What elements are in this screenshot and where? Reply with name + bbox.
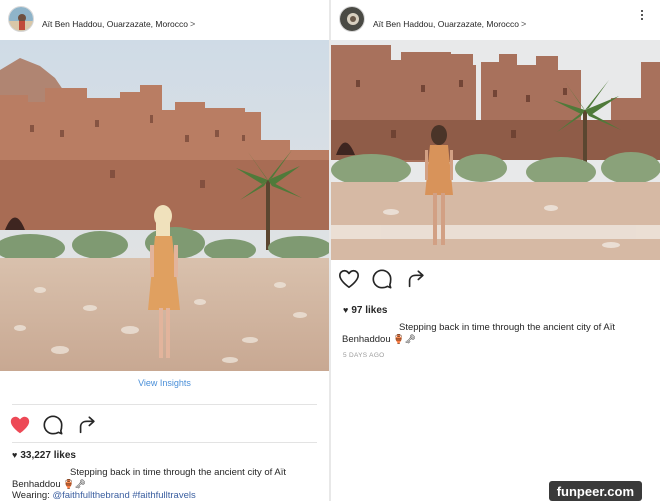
action-bar xyxy=(331,268,660,294)
heart-small-icon: ♥ xyxy=(12,450,18,460)
caption-text-line1: Stepping back in time through the ancien… xyxy=(399,322,615,333)
location-link[interactable]: Aït Ben Haddou, Ouarzazate, Morocco > xyxy=(373,19,526,29)
timestamp: 5 DAYS AGO xyxy=(343,352,385,359)
like-count[interactable]: ♥ 97 likes xyxy=(343,305,388,316)
post-header: Aït Ben Haddou, Ouarzazate, Morocco > xyxy=(331,0,660,40)
divider xyxy=(12,404,317,405)
post-photo[interactable] xyxy=(331,40,660,260)
action-bar xyxy=(0,414,329,440)
watermark-logo: funpeer.com xyxy=(548,481,642,501)
more-options-icon[interactable] xyxy=(640,10,644,24)
chevron-right-icon: > xyxy=(190,19,196,29)
share-icon[interactable] xyxy=(76,414,98,436)
emoji-icons: 🏺🗝 xyxy=(63,479,86,489)
post-header: Aït Ben Haddou, Ouarzazate, Morocco > xyxy=(0,0,329,40)
caption-text-line2: Benhaddou 🏺🗝 xyxy=(342,334,416,345)
divider xyxy=(12,442,317,443)
emoji-icons: 🏺🗝 xyxy=(393,334,416,344)
caption-text-line1: Stepping back in time through the ancien… xyxy=(70,467,286,478)
post-right: Aït Ben Haddou, Ouarzazate, Morocco > ♥ … xyxy=(331,0,660,501)
avatar[interactable] xyxy=(339,6,365,32)
post-left: Aït Ben Haddou, Ouarzazate, Morocco > Vi… xyxy=(0,0,329,501)
location-link[interactable]: Aït Ben Haddou, Ouarzazate, Morocco > xyxy=(42,19,195,29)
share-icon[interactable] xyxy=(405,268,427,290)
post-photo[interactable] xyxy=(0,40,329,371)
caption-tags: Wearing: @faithfullthebrand #faithfulltr… xyxy=(12,490,196,501)
comment-icon[interactable] xyxy=(371,268,393,290)
heart-small-icon: ♥ xyxy=(343,305,349,315)
avatar[interactable] xyxy=(8,6,34,32)
like-count[interactable]: ♥ 33,227 likes xyxy=(12,450,76,461)
hashtag-links[interactable]: @faithfullthebrand #faithfulltravels xyxy=(52,490,195,501)
heart-icon[interactable] xyxy=(338,268,360,290)
comment-icon[interactable] xyxy=(42,414,64,436)
view-insights-link[interactable]: View Insights xyxy=(0,378,329,388)
chevron-right-icon: > xyxy=(521,19,527,29)
heart-icon[interactable] xyxy=(9,414,31,436)
